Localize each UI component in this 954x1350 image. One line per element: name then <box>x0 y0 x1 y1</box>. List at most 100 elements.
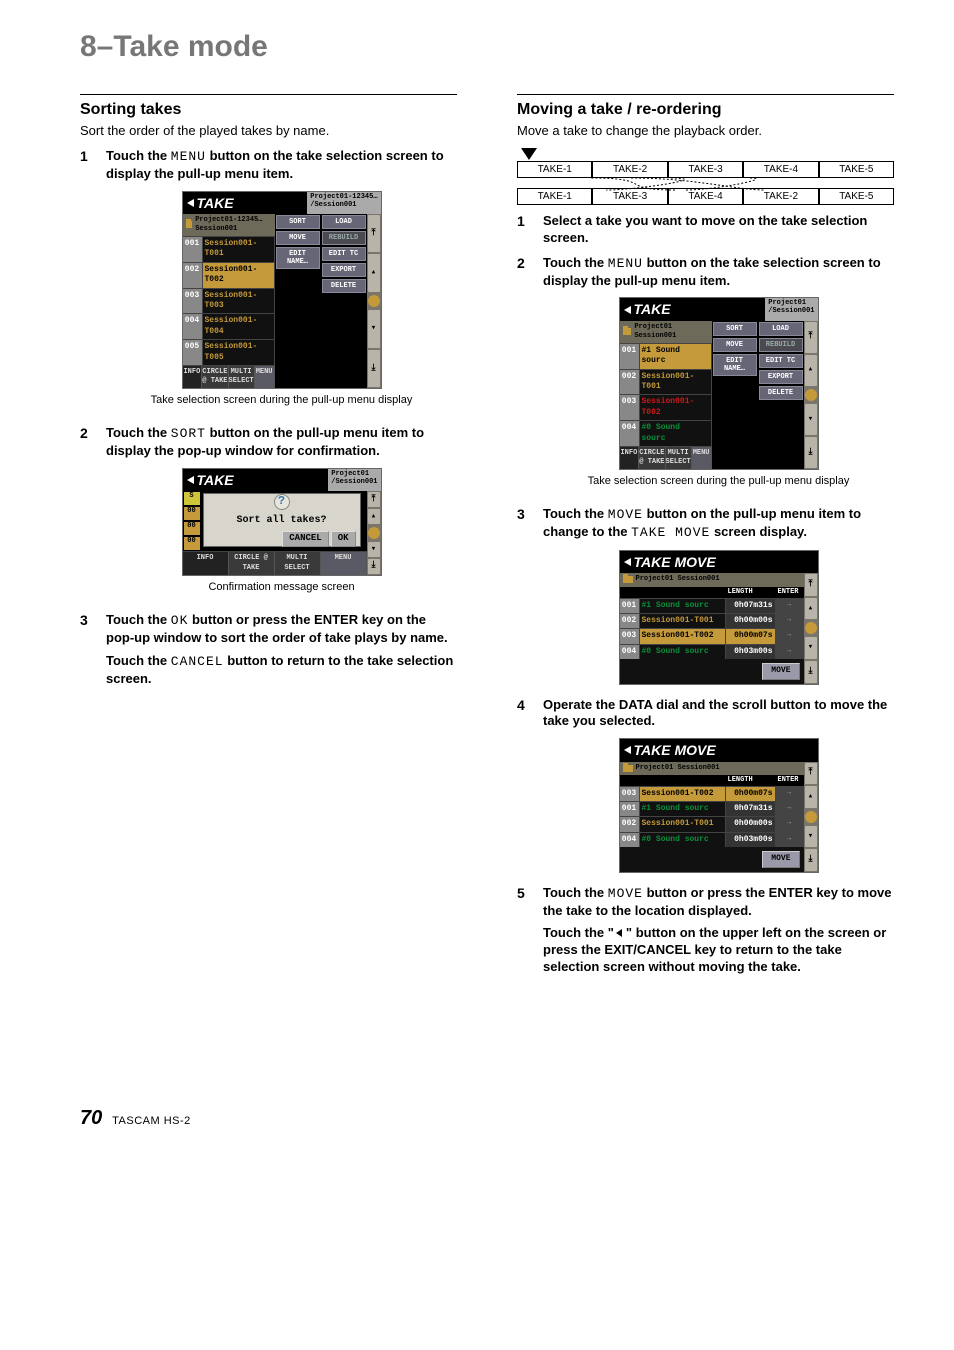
scroll-bottom-button[interactable]: ⤓ <box>368 350 380 388</box>
scroll-bottom-button[interactable]: ⤓ <box>368 559 380 574</box>
menu-item[interactable]: MOVE <box>276 231 320 245</box>
menu-item[interactable]: EXPORT <box>322 263 366 277</box>
menu-item[interactable]: REBUILD <box>322 231 366 245</box>
take-row[interactable]: 001Session001-T001 <box>183 236 275 262</box>
menu-item[interactable]: EDIT NAME… <box>276 247 320 269</box>
bottombar-button[interactable]: MENU <box>692 447 712 469</box>
scroll-down-button[interactable]: ▾ <box>368 542 380 557</box>
lcd-take-move: TAKE MOVE Project01 Session001 LENGTHENT… <box>619 550 819 684</box>
bottombar-button[interactable]: CIRCLE @ TAKE <box>202 366 228 388</box>
bottombar-button[interactable]: INFO <box>183 366 203 388</box>
back-icon[interactable] <box>624 558 631 566</box>
enter-arrow-icon[interactable]: → <box>776 645 804 659</box>
scroll-down-button[interactable]: ▾ <box>368 310 380 348</box>
bottombar-button[interactable]: MULTI SELECT <box>229 366 255 388</box>
cancel-button[interactable]: CANCEL <box>282 531 328 547</box>
enter-arrow-icon[interactable]: → <box>776 817 804 831</box>
menu-item[interactable]: EXPORT <box>759 370 803 384</box>
back-icon[interactable] <box>187 199 194 207</box>
menu-item[interactable]: EDIT NAME… <box>713 354 757 376</box>
menu-item[interactable]: MOVE <box>713 338 757 352</box>
scroll-knob[interactable] <box>368 527 380 539</box>
take-row[interactable]: 003Session001-T003 <box>183 288 275 314</box>
bottombar-button[interactable]: INFO <box>620 447 640 469</box>
scroll-up-button[interactable]: ▴ <box>368 509 380 524</box>
step-number: 5 <box>517 885 531 977</box>
scroll-knob[interactable] <box>368 295 380 307</box>
lcd-pathrow[interactable]: Project01 Session001 <box>620 573 804 586</box>
page-number: 70 <box>80 1107 102 1129</box>
take-row[interactable]: 004#0 Sound sourc0h03m00s→ <box>620 832 804 847</box>
enter-arrow-icon[interactable]: → <box>776 629 804 643</box>
menu-item[interactable]: LOAD <box>322 215 366 229</box>
scroll-top-button[interactable]: ⤒ <box>805 574 817 596</box>
take-row[interactable]: 002Session001-T0010h00m00s→ <box>620 816 804 831</box>
menu-item[interactable]: DELETE <box>759 386 803 400</box>
take-row[interactable]: 001#1 Sound sourc0h07m31s→ <box>620 801 804 816</box>
lcd-pathrow[interactable]: Project01 Session001 <box>620 762 804 775</box>
bottombar-button[interactable]: MENU <box>321 552 367 574</box>
enter-arrow-icon[interactable]: → <box>776 599 804 613</box>
take-row[interactable]: 003Session001-T0020h00m07s→ <box>620 628 804 643</box>
t: Touch the <box>543 255 608 270</box>
scroll-bottom-button[interactable]: ⤓ <box>805 661 817 683</box>
bottombar-button[interactable]: CIRCLE @ TAKE <box>229 552 275 574</box>
take-row[interactable]: 002Session001-T001 <box>620 369 712 395</box>
enter-arrow-icon[interactable]: → <box>776 802 804 816</box>
enter-arrow-icon[interactable]: → <box>776 787 804 801</box>
lcd-take-menu: TAKE Project01 /Session001 Project01 Ses… <box>619 297 819 470</box>
bottombar-button[interactable]: INFO <box>183 552 229 574</box>
take-row[interactable]: 002Session001-T0010h00m00s→ <box>620 613 804 628</box>
list-marker: 00 <box>184 522 200 535</box>
scroll-up-button[interactable]: ▴ <box>368 254 380 292</box>
menu-item[interactable]: SORT <box>713 322 757 336</box>
ok-button[interactable]: OK <box>331 531 356 547</box>
scroll-top-button[interactable]: ⤒ <box>805 322 817 353</box>
scroll-bottom-button[interactable]: ⤓ <box>805 437 817 468</box>
bottombar-button[interactable]: CIRCLE @ TAKE <box>639 447 665 469</box>
back-icon[interactable] <box>187 476 194 484</box>
bottombar-button[interactable]: MULTI SELECT <box>275 552 321 574</box>
scroll-top-button[interactable]: ⤒ <box>368 492 380 507</box>
menu-item[interactable]: EDIT TC <box>759 354 803 368</box>
bottombar-button[interactable]: MENU <box>255 366 275 388</box>
take-row[interactable]: 004#0 Sound sourc0h03m00s→ <box>620 644 804 659</box>
menu-item[interactable]: SORT <box>276 215 320 229</box>
lcd-pathrow[interactable]: Project01-12345… Session001 <box>183 214 275 236</box>
take-row[interactable]: 001#1 Sound sourc <box>620 343 712 369</box>
scroll-top-button[interactable]: ⤒ <box>368 215 380 253</box>
take-row[interactable]: 004Session001-T004 <box>183 313 275 339</box>
take-row[interactable]: 005Session001-T005 <box>183 339 275 365</box>
menu-item[interactable]: REBUILD <box>759 338 803 352</box>
menu-item[interactable]: LOAD <box>759 322 803 336</box>
bottombar-button[interactable]: MULTI SELECT <box>666 447 692 469</box>
scroll-knob[interactable] <box>805 389 817 401</box>
scroll-down-button[interactable]: ▾ <box>805 404 817 435</box>
scroll-down-button[interactable]: ▾ <box>805 826 817 848</box>
enter-arrow-icon[interactable]: → <box>776 833 804 847</box>
back-icon[interactable] <box>624 746 631 754</box>
scroll-down-button[interactable]: ▾ <box>805 637 817 659</box>
menu-item[interactable]: DELETE <box>322 279 366 293</box>
scroll-up-button[interactable]: ▴ <box>805 355 817 386</box>
move-button[interactable]: MOVE <box>762 663 799 679</box>
take-row[interactable]: 002Session001-T002 <box>183 262 275 288</box>
section-heading-sorting: Sorting takes <box>80 101 457 119</box>
take-row[interactable]: 003Session001-T0020h00m07s→ <box>620 786 804 801</box>
scroll-top-button[interactable]: ⤒ <box>805 763 817 785</box>
enter-arrow-icon[interactable]: → <box>776 614 804 628</box>
take-row[interactable]: 003Session001-T002 <box>620 394 712 420</box>
take-name: Session001-T002 <box>640 629 726 643</box>
scroll-bottom-button[interactable]: ⤓ <box>805 849 817 871</box>
back-icon[interactable] <box>624 306 631 314</box>
scroll-up-button[interactable]: ▴ <box>805 786 817 808</box>
scroll-knob[interactable] <box>805 811 817 823</box>
section-divider <box>517 94 894 95</box>
scroll-knob[interactable] <box>805 622 817 634</box>
lcd-pathrow[interactable]: Project01 Session001 <box>620 321 712 343</box>
take-row[interactable]: 001#1 Sound sourc0h07m31s→ <box>620 598 804 613</box>
scroll-up-button[interactable]: ▴ <box>805 598 817 620</box>
take-row[interactable]: 004#0 Sound sourc <box>620 420 712 446</box>
menu-item[interactable]: EDIT TC <box>322 247 366 261</box>
move-button[interactable]: MOVE <box>762 851 799 867</box>
